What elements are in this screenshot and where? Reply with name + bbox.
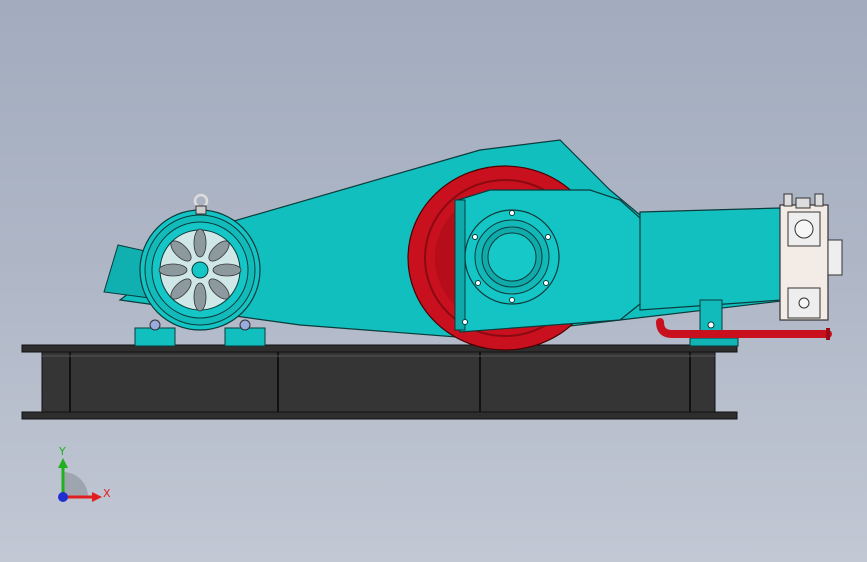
- triad-plane-indicator: [63, 472, 88, 497]
- discharge-pipe: [656, 318, 832, 340]
- y-axis-label: Y: [58, 445, 66, 458]
- orientation-triad[interactable]: Y X: [58, 445, 111, 502]
- y-axis-arrowhead: [58, 458, 68, 468]
- z-axis-dot: [58, 492, 68, 502]
- x-axis-arrowhead: [92, 492, 102, 502]
- x-axis-label: X: [103, 487, 111, 500]
- cad-viewport[interactable]: Y X: [0, 0, 867, 562]
- valve-block: [779, 193, 843, 321]
- base-frame: [21, 344, 738, 420]
- crankcase: [454, 189, 646, 333]
